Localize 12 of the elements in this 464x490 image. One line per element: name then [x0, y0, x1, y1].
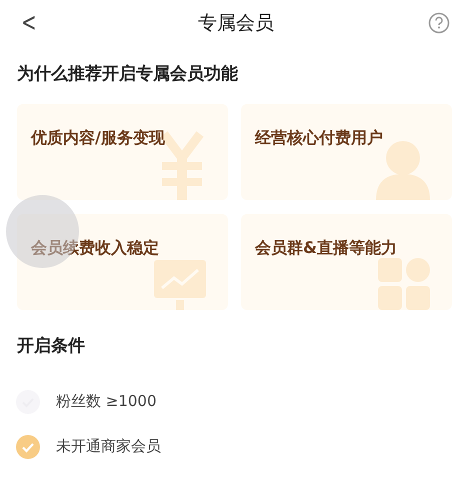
section-title: 为什么推荐开启专属会员功能 [16, 63, 239, 86]
feature-label: 会员群&直播等能力 [255, 238, 397, 256]
page-title: 专属会员 [198, 10, 274, 36]
feature-label: 经营核心付费用户 [255, 128, 383, 146]
section-title: 开启条件 [16, 334, 86, 358]
condition-text: 未开通商家会员 [56, 436, 161, 458]
feature-label: 优质内容/服务变现 [31, 128, 165, 146]
condition-text: 粉丝数 ≥1000 [56, 391, 157, 412]
feature-label: 会员续费收入稳定 [31, 238, 159, 256]
grid-icon [378, 258, 430, 310]
back-button[interactable]: < [18, 10, 40, 36]
help-icon[interactable] [428, 12, 450, 34]
